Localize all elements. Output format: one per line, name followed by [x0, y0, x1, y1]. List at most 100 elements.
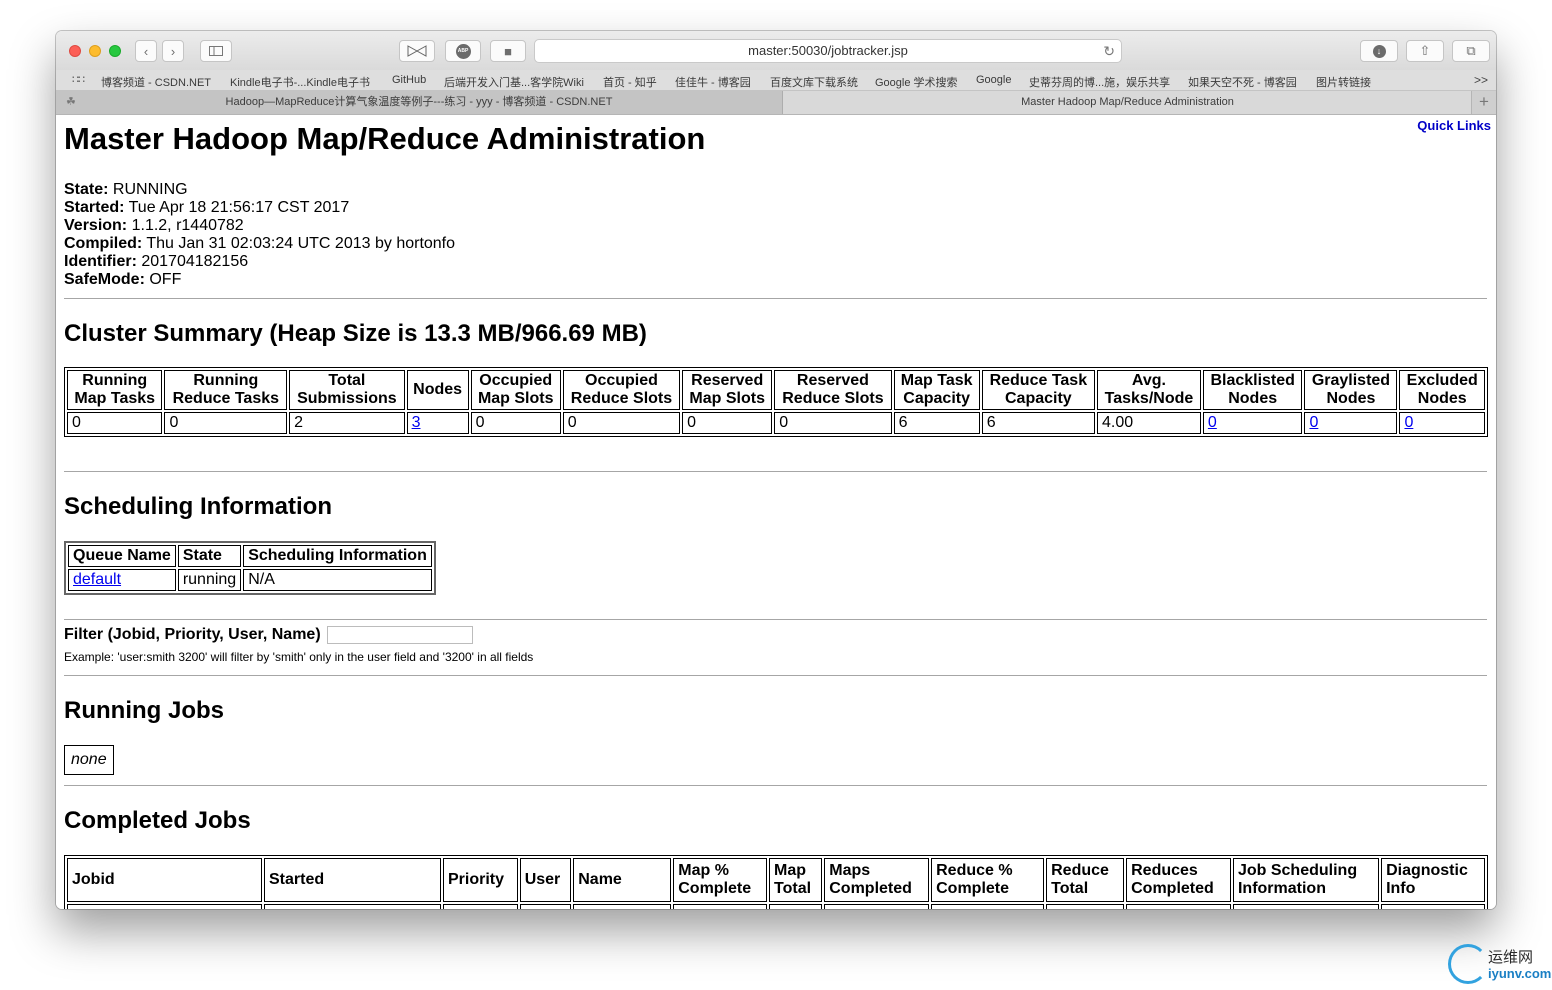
col-excluded-nodes: Excluded Nodes	[1399, 370, 1485, 410]
share-button[interactable]: ⇧	[1406, 40, 1444, 62]
col-job-scheduling-information: Job Scheduling Information	[1232, 858, 1380, 902]
col-total-submissions: Total Submissions	[289, 370, 405, 410]
scheduling-heading: Scheduling Information	[64, 493, 332, 520]
favorite-item[interactable]: GitHub	[392, 74, 426, 86]
minimize-window-button[interactable]	[89, 45, 101, 57]
col-queue-name: Queue Name	[68, 545, 176, 567]
favorite-item[interactable]: 图片转链接	[1316, 74, 1371, 90]
cluster-summary-heading: Cluster Summary (Heap Size is 13.3 MB/96…	[64, 320, 647, 347]
ring-icon	[1448, 944, 1488, 984]
table-cell	[1381, 904, 1485, 909]
tab-csdn[interactable]: ☘ Hadoop—MapReduce计算气象温度等例子---练习 - yyy -…	[56, 91, 783, 114]
excluded-nodes-link[interactable]: 0	[1404, 414, 1413, 431]
table-cell: 0	[1202, 412, 1303, 434]
forward-button[interactable]: ›	[162, 40, 184, 62]
graylisted-nodes-link[interactable]: 0	[1309, 414, 1318, 431]
favorite-item[interactable]: Google 学术搜索	[875, 74, 958, 90]
browser-window: ‹ › ABP ■ master:50030/jobtracker.jsp ↻ …	[56, 31, 1496, 909]
col-reduces-completed: Reduces Completed	[1126, 858, 1231, 902]
favorite-item[interactable]: Kindle电子书-...Kindle电子书	[230, 74, 370, 90]
reader-extension-button[interactable]	[399, 40, 435, 62]
favorite-item[interactable]: 后端开发入门基...客学院Wiki	[444, 74, 584, 90]
favorite-item[interactable]: 首页 - 知乎	[603, 74, 657, 90]
col-maps-completed: Maps Completed	[824, 858, 930, 902]
table-cell: N/A	[243, 569, 432, 591]
grid-icon[interactable]: ∷∷	[72, 73, 85, 86]
scheduling-table: Queue Name State Scheduling Information …	[64, 541, 436, 595]
sidebar-button[interactable]	[200, 40, 232, 62]
quick-links-link[interactable]: Quick Links	[1417, 118, 1491, 133]
favorite-item[interactable]: 博客频道 - CSDN.NET	[101, 74, 211, 90]
watermark-logo: 运维网 iyunv.com	[1448, 940, 1551, 985]
nodes-link[interactable]: 3	[412, 414, 421, 431]
info-started: Started: Tue Apr 18 21:56:17 CST 2017	[64, 199, 350, 216]
favorite-item[interactable]: Google	[976, 74, 1011, 86]
favorite-item[interactable]: 如果天空不死 - 博客园	[1188, 74, 1297, 90]
new-tab-button[interactable]: +	[1471, 91, 1496, 114]
page-content: Quick Links Master Hadoop Map/Reduce Adm…	[56, 115, 1496, 909]
divider	[64, 298, 1487, 299]
queue-default-link[interactable]: default	[73, 571, 121, 588]
favorite-item[interactable]: 史蒂芬周的博...施，娱乐共享	[1029, 74, 1170, 90]
table-cell: 6	[981, 412, 1095, 434]
col-map-complete: Map % Complete	[673, 858, 768, 902]
tab-bar: ☘ Hadoop—MapReduce计算气象温度等例子---练习 - yyy -…	[56, 91, 1496, 115]
close-window-button[interactable]	[69, 45, 81, 57]
table-cell: default	[68, 569, 176, 591]
address-bar[interactable]: master:50030/jobtracker.jsp ↻	[534, 39, 1122, 63]
table-header-row: Running Map Tasks Running Reduce Tasks Tot…	[67, 370, 1485, 410]
col-scheduling-information: Scheduling Information	[243, 545, 432, 567]
table-cell	[264, 904, 441, 909]
back-button[interactable]: ‹	[135, 40, 157, 62]
paw-icon: ☘	[66, 96, 76, 108]
table-cell	[443, 904, 518, 909]
col-jobid: Jobid	[67, 858, 262, 902]
running-jobs-heading: Running Jobs	[64, 697, 224, 724]
table-cell: 0	[774, 412, 892, 434]
table-row: default running N/A	[68, 569, 432, 591]
filter-label: Filter (Jobid, Priority, User, Name)	[64, 626, 321, 643]
table-cell	[519, 904, 572, 909]
col-nodes: Nodes	[406, 370, 469, 410]
table-cell	[769, 904, 823, 909]
tab-label: Master Hadoop Map/Reduce Administration	[1021, 96, 1234, 108]
running-jobs-empty: none	[64, 745, 114, 775]
col-name: Name	[573, 858, 672, 902]
divider	[64, 785, 1487, 786]
table-cell: 0	[164, 412, 288, 434]
favorite-item[interactable]: 佳佳牛 - 博客园	[675, 74, 751, 90]
zoom-window-button[interactable]	[109, 45, 121, 57]
tabs-overview-button[interactable]: ⧉	[1452, 40, 1490, 62]
info-safemode: SafeMode: OFF	[64, 271, 182, 288]
col-state: State	[177, 545, 242, 567]
divider	[64, 619, 1487, 620]
adblock-button[interactable]: ABP	[445, 40, 481, 62]
downloads-button[interactable]: ↓	[1360, 40, 1398, 62]
table-cell: running	[177, 569, 242, 591]
evernote-button[interactable]: ■	[490, 40, 526, 62]
table-cell	[673, 904, 768, 909]
blacklisted-nodes-link[interactable]: 0	[1208, 414, 1217, 431]
col-graylisted-nodes: Graylisted Nodes	[1304, 370, 1398, 410]
table-cell: 0	[1399, 412, 1485, 434]
reload-icon[interactable]: ↻	[1103, 40, 1115, 62]
filter-input[interactable]	[327, 626, 473, 644]
watermark-line1: 运维网	[1488, 949, 1534, 966]
page-title: Master Hadoop Map/Reduce Administration	[64, 121, 706, 156]
col-priority: Priority	[443, 858, 518, 902]
tabs-icon: ⧉	[1466, 43, 1476, 58]
table-cell: 3	[406, 412, 469, 434]
table-cell: 0	[470, 412, 561, 434]
table-cell	[67, 904, 262, 909]
favorites-overflow-button[interactable]: >>	[1474, 73, 1488, 87]
col-map-task-capacity: Map Task Capacity	[893, 370, 980, 410]
tab-hadoop-admin[interactable]: Master Hadoop Map/Reduce Administration	[783, 91, 1472, 114]
col-occupied-map-slots: Occupied Map Slots	[470, 370, 561, 410]
col-reserved-map-slots: Reserved Map Slots	[682, 370, 773, 410]
col-reduce-task-capacity: Reduce Task Capacity	[981, 370, 1095, 410]
browser-toolbar: ‹ › ABP ■ master:50030/jobtracker.jsp ↻ …	[56, 31, 1496, 70]
favorite-item[interactable]: 百度文库下载系统	[770, 74, 858, 90]
jobtracker-info: State: RUNNING Started: Tue Apr 18 21:56…	[64, 181, 455, 289]
completed-jobs-table: Jobid Started Priority User Name Map % Co…	[64, 855, 1488, 909]
table-cell: 0	[682, 412, 773, 434]
